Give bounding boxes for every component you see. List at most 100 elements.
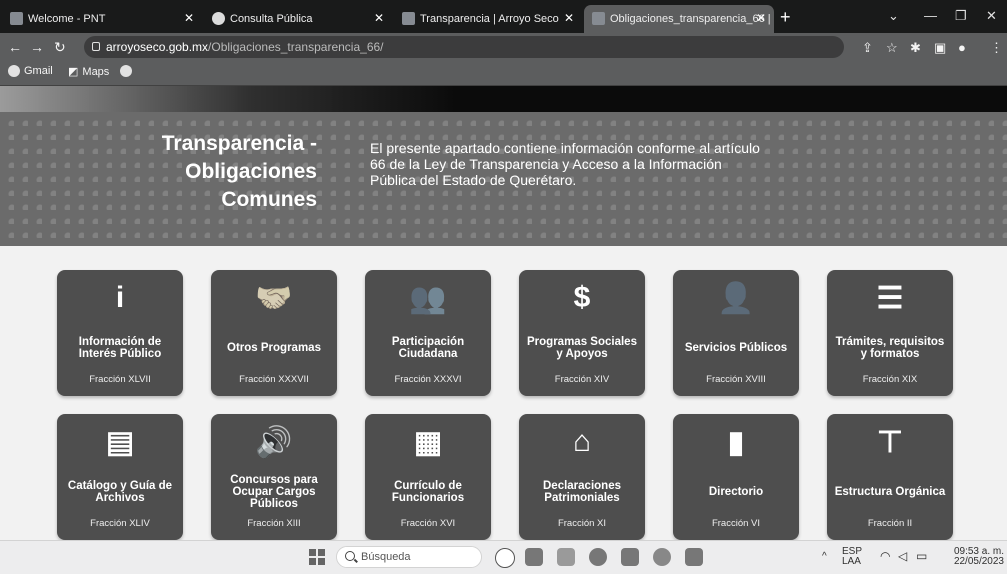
tile-fraction: Fracción XIII <box>247 518 301 529</box>
tile-fraction: Fracción XVI <box>400 518 456 529</box>
chevron-down-icon[interactable]: ⌄ <box>888 8 899 24</box>
obligation-tile[interactable]: ▮ Directorio Fracción VI <box>673 414 799 540</box>
tab-title: Consulta Pública <box>230 13 313 25</box>
sidepanel-icon[interactable]: ▣ <box>934 40 946 56</box>
star-icon[interactable]: ☆ <box>886 40 898 56</box>
obligation-tile[interactable]: i Información de Interés Público Fracción … <box>57 270 183 396</box>
chrome-icon <box>120 65 132 77</box>
back-icon[interactable]: ← <box>8 39 22 55</box>
wifi-icon[interactable]: ◠ <box>880 550 890 562</box>
taskview-icon[interactable] <box>525 548 543 566</box>
house-user-icon: ⌂ <box>572 425 592 458</box>
forward-icon[interactable]: → <box>30 39 44 55</box>
file-explorer-icon[interactable] <box>557 548 575 566</box>
browser-tab[interactable]: Transparencia | Arroyo Seco ✕ <box>394 5 582 33</box>
obligation-tile[interactable]: ▦ Currículo de Funcionarios Fracción XVI <box>365 414 491 540</box>
url-field[interactable]: arroyoseco.gob.mx/Obligaciones_transpare… <box>84 36 844 58</box>
obligation-tile[interactable]: 🤝 Otros Programas Fracción XXXVII <box>211 270 337 396</box>
tile-fraction: Fracción XLVII <box>89 374 151 385</box>
tile-label: Programas Sociales y Apoyos <box>527 336 637 360</box>
page-title-line: Transparencia - <box>161 132 317 155</box>
obligation-tile[interactable]: 👤 Servicios Públicos Fracción XVIII <box>673 270 799 396</box>
address-book-icon: ▮ <box>727 425 745 459</box>
chrome-favicon-icon <box>212 12 225 25</box>
tile-fraction: Fracción XXXVI <box>394 374 462 385</box>
search-icon <box>345 551 355 561</box>
id-card-icon: ▦ <box>413 425 443 459</box>
close-tab-icon[interactable]: ✕ <box>374 11 384 25</box>
tile-label: Catálogo y Guía de Archivos <box>67 480 173 504</box>
obligation-tile[interactable]: ▤ Catálogo y Guía de Archivos Fracción XLI… <box>57 414 183 540</box>
info-icon: i <box>115 281 125 314</box>
tile-label: Directorio <box>708 486 764 498</box>
bookmark-maps[interactable]: ◩ Maps <box>68 65 110 79</box>
bookmark-chrome[interactable] <box>120 65 132 77</box>
tile-fraction: Fracción VI <box>711 518 761 529</box>
address-bar-row: ← → ↻ arroyoseco.gob.mx/Obligaciones_tra… <box>0 33 1007 61</box>
obligation-tile[interactable]: 🔊 Concursos para Ocupar Cargos Públicos Fr… <box>211 414 337 540</box>
tile-label: Trámites, requisitos y formatos <box>835 336 945 360</box>
site-favicon-icon <box>402 12 415 25</box>
book-icon: ▤ <box>105 425 135 459</box>
obligation-tile[interactable]: $ Programas Sociales y Apoyos Fracción XIV <box>519 270 645 396</box>
bookmark-label: Maps <box>82 65 110 78</box>
user-gear-icon: 👤 <box>717 281 755 315</box>
bookmark-label: Gmail <box>24 65 53 77</box>
store-icon[interactable] <box>621 548 639 566</box>
browser-tab[interactable]: Welcome - PNT ✕ <box>2 5 202 33</box>
browser-tab-bar: Welcome - PNT ✕ Consulta Pública ✕ Trans… <box>0 0 1007 33</box>
org-chart-icon: ⊤ <box>876 425 904 459</box>
tile-fraction: Fracción XLIV <box>90 518 150 529</box>
tab-title: Transparencia | Arroyo Seco <box>420 13 559 25</box>
close-tab-icon[interactable]: ✕ <box>756 11 766 25</box>
copilot-icon[interactable] <box>495 548 515 568</box>
lock-icon <box>92 42 100 51</box>
volume-icon[interactable]: ◁ <box>898 550 907 562</box>
restore-icon[interactable]: ❐ <box>955 8 967 24</box>
page-title: Transparencia - Obligaciones Comunes <box>57 130 317 214</box>
tile-fraction: Fracción XXXVII <box>239 374 309 385</box>
tray-chevron-icon[interactable]: ^ <box>822 552 827 562</box>
clock[interactable]: 09:53 a. m. 22/05/2023 <box>944 547 1004 567</box>
tile-fraction: Fracción XI <box>557 518 607 529</box>
new-tab-button[interactable]: + <box>780 7 791 28</box>
tab-title: Welcome - PNT <box>28 13 106 25</box>
tile-fraction: Fracción XIV <box>554 374 610 385</box>
minimize-icon[interactable]: — <box>924 8 937 23</box>
browser-tab-active[interactable]: Obligaciones_transparencia_66 | ✕ <box>584 5 774 33</box>
tile-label: Otros Programas <box>227 342 321 354</box>
profile-avatar-icon[interactable]: ● <box>958 40 966 55</box>
audio-file-icon: 🔊 <box>255 425 293 459</box>
language-indicator[interactable]: ESP LAA <box>842 547 862 567</box>
hero-banner: Transparencia - Obligaciones Comunes El … <box>0 112 1007 246</box>
bookmark-gmail[interactable]: Gmail <box>8 65 53 77</box>
clock-date: 22/05/2023 <box>953 556 1004 567</box>
extensions-icon[interactable]: ✱ <box>910 40 921 56</box>
pnt-favicon-icon <box>10 12 23 25</box>
obligation-tile[interactable]: ☰ Trámites, requisitos y formatos Fracción… <box>827 270 953 396</box>
share-icon[interactable]: ⇪ <box>862 40 873 56</box>
obligation-tile[interactable]: 👥 Participación Ciudadana Fracción XXXVI <box>365 270 491 396</box>
browser-tab[interactable]: Consulta Pública ✕ <box>204 5 392 33</box>
battery-icon[interactable]: ▭ <box>916 550 927 562</box>
obligation-tile[interactable]: ⌂ Declaraciones Patrimoniales Fracción XI <box>519 414 645 540</box>
obligation-tile[interactable]: ⊤ Estructura Orgánica Fracción II <box>827 414 953 540</box>
windows-start-icon[interactable] <box>309 549 325 565</box>
close-window-icon[interactable]: ✕ <box>986 8 997 24</box>
taskbar-search-input[interactable]: Búsqueda <box>336 546 482 568</box>
app-icon[interactable] <box>685 548 703 566</box>
tile-fraction: Fracción XIX <box>862 374 918 385</box>
checklist-icon: ☰ <box>876 281 904 315</box>
page-title-line: Obligaciones <box>185 160 317 183</box>
tile-fraction: Fracción XVIII <box>706 374 766 385</box>
url-host: arroyoseco.gob.mx <box>106 40 209 54</box>
tile-label: Declaraciones Patrimoniales <box>543 480 621 504</box>
chrome-app-icon[interactable] <box>653 548 671 566</box>
tab-title: Obligaciones_transparencia_66 | <box>610 13 771 25</box>
edge-icon[interactable] <box>589 548 607 566</box>
close-tab-icon[interactable]: ✕ <box>564 11 574 25</box>
bookmarks-bar: Gmail ◩ Maps <box>0 61 1007 86</box>
reload-icon[interactable]: ↻ <box>54 39 66 56</box>
close-tab-icon[interactable]: ✕ <box>184 11 194 25</box>
menu-icon[interactable]: ⋮ <box>990 40 1003 56</box>
